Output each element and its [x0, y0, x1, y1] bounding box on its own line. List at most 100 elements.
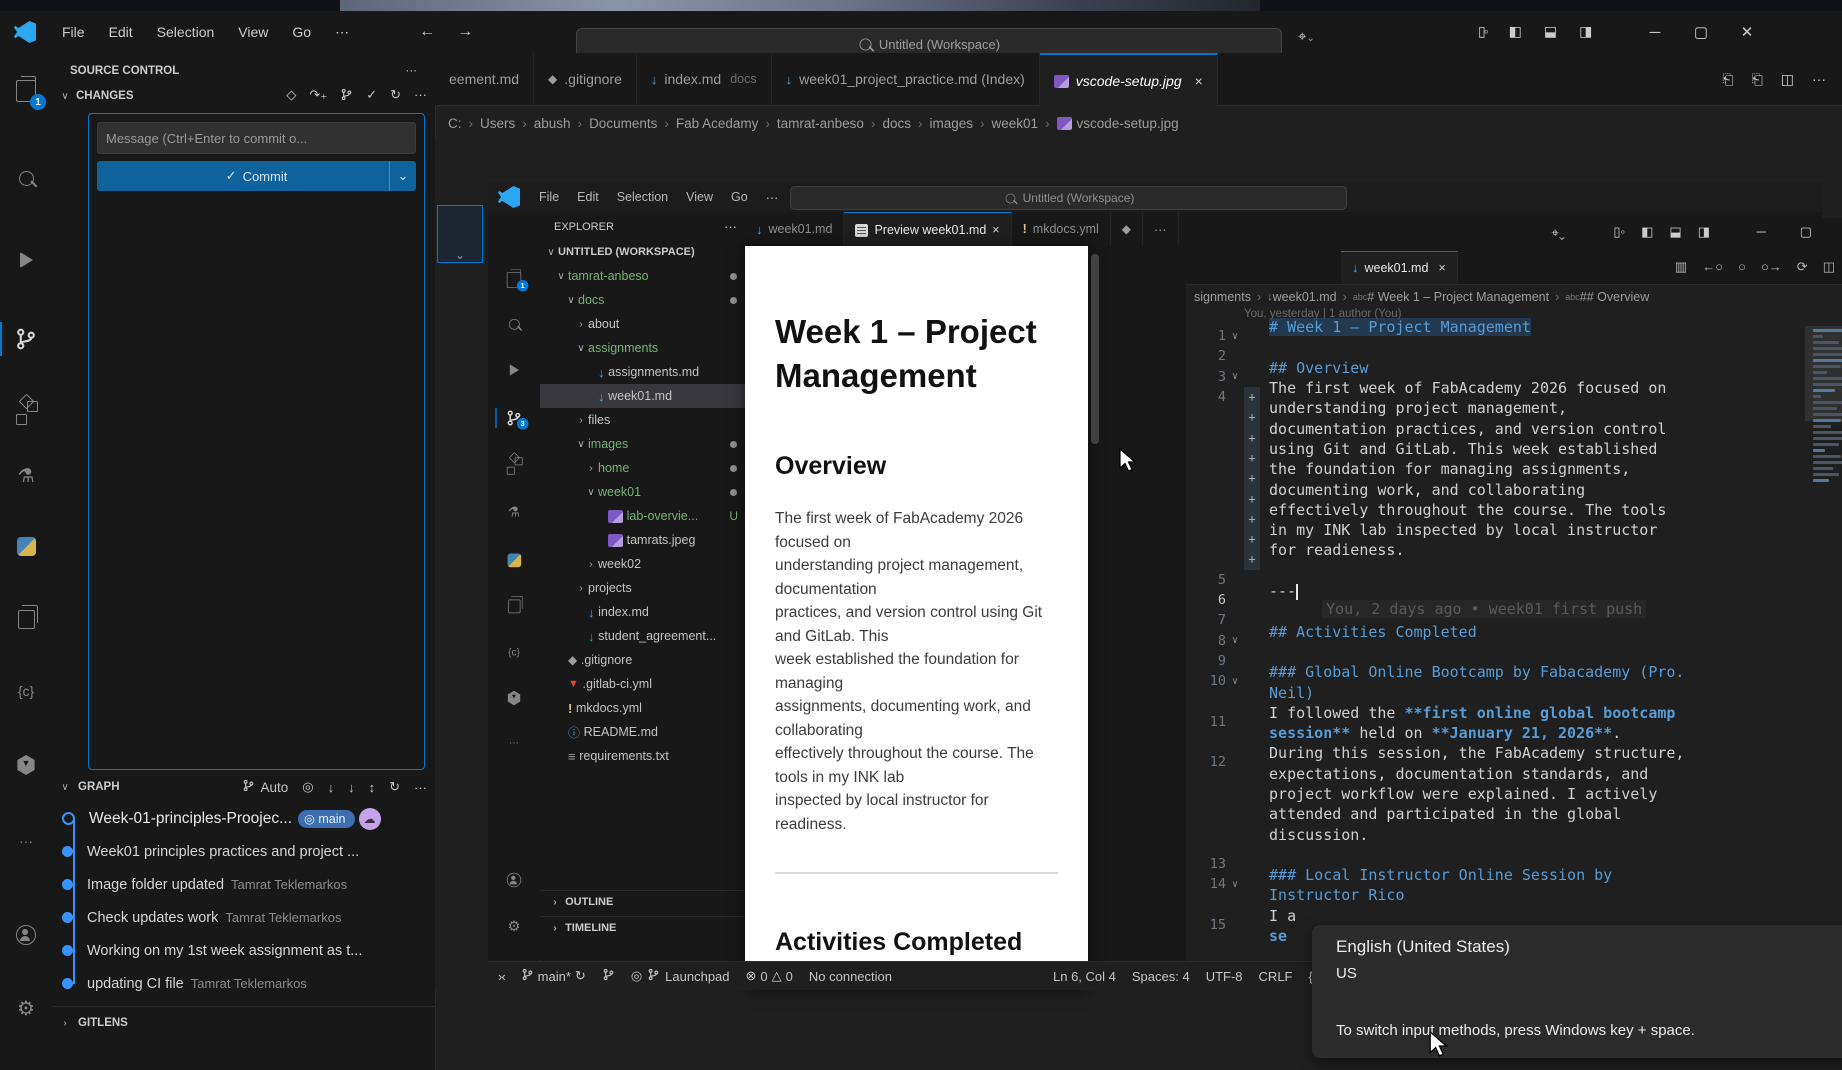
menu-go[interactable]: Go: [280, 24, 323, 40]
tab-index-md[interactable]: ↓index.md docs: [637, 53, 772, 105]
minimize-button[interactable]: ─: [1632, 12, 1678, 52]
maximize-button[interactable]: ▢: [1678, 12, 1724, 52]
code-editor[interactable]: 1 ∨ # Week 1 – Project Management 2 3 ∨ …: [1186, 326, 1806, 955]
breadcrumb[interactable]: C:›Users›abush›Documents›Fab Acedamy›tam…: [448, 106, 1838, 140]
activity-more[interactable]: ···: [0, 818, 52, 864]
changes-section-header[interactable]: ∨ CHANGES ◇ ↷₊ ✓ ↻ ···: [52, 85, 435, 109]
menu-file[interactable]: File: [50, 24, 97, 40]
pane-breadcrumb[interactable]: signments›↓ week01.md›abc # Week 1 – Pro…: [1194, 286, 1842, 308]
graph-more-icon[interactable]: ···: [414, 780, 427, 795]
breadcrumb-item[interactable]: abush: [534, 116, 571, 131]
eol[interactable]: CRLF: [1259, 969, 1293, 984]
breadcrumb-item[interactable]: Documents: [589, 116, 657, 131]
fetch-icon[interactable]: ↓: [328, 780, 335, 795]
graph-compare-icon[interactable]: [340, 87, 353, 105]
commit-check-icon[interactable]: ✓: [366, 87, 377, 105]
activity-gitlens[interactable]: [0, 742, 52, 788]
graph-refresh-icon[interactable]: ↻: [389, 779, 400, 795]
activity-explorer[interactable]: 1: [0, 68, 52, 114]
problems-status[interactable]: ⊗0△0: [746, 968, 793, 984]
activity-search[interactable]: [0, 155, 52, 201]
close-button[interactable]: ✕: [1724, 12, 1770, 52]
branch-badge-main[interactable]: ◎ main: [298, 810, 354, 828]
toggle-panel-icon[interactable]: ⬓: [1544, 23, 1557, 40]
changes-more-icon[interactable]: ···: [414, 87, 427, 105]
customize-layout-icon[interactable]: ▯◦: [1478, 23, 1487, 40]
graph-target-icon[interactable]: ◎: [302, 779, 313, 795]
breadcrumb-item[interactable]: tamrat-anbeso: [777, 116, 864, 131]
gitlens-section-header[interactable]: › GITLENS: [52, 1006, 435, 1039]
pane-breadcrumb-item[interactable]: # Week 1 – Project Management: [1367, 290, 1549, 304]
graph-auto-label[interactable]: Auto: [260, 780, 288, 795]
toggle-secondary-sidebar-icon[interactable]: ◨: [1579, 23, 1592, 40]
remote-icon[interactable]: ›‹: [498, 969, 505, 984]
commit-dropdown-icon[interactable]: ⌄: [389, 161, 416, 191]
breadcrumb-item[interactable]: Fab Acedamy: [676, 116, 759, 131]
activity-extensions[interactable]: [0, 390, 52, 436]
indentation[interactable]: Spaces: 4: [1132, 969, 1190, 984]
menu-selection[interactable]: Selection: [145, 24, 227, 40]
toggle-sidebar-icon[interactable]: ◧: [1509, 23, 1522, 40]
stage-all-icon[interactable]: ◇: [286, 87, 296, 105]
graph-status-icon[interactable]: [602, 967, 615, 985]
menu-view[interactable]: View: [226, 24, 280, 40]
breadcrumb-item[interactable]: vscode-setup.jpg: [1077, 116, 1179, 131]
activity-run-debug[interactable]: [0, 237, 52, 283]
tab--gitignore[interactable]: ◆.gitignore: [534, 53, 637, 105]
menu-edit[interactable]: Edit: [97, 24, 145, 40]
breadcrumb-item[interactable]: docs: [882, 116, 911, 131]
encoding[interactable]: UTF-8: [1206, 969, 1243, 984]
breadcrumb-item[interactable]: week01: [992, 116, 1039, 131]
connection-status[interactable]: No connection: [809, 969, 892, 984]
graph-section-header[interactable]: ∨ GRAPH Auto ◎ ↓ ↓ ↕ ↻ ···: [52, 770, 435, 802]
pull-icon[interactable]: ↓: [348, 780, 355, 795]
commit-row[interactable]: Week-01-principles-Proojec... ◎ main ☁: [52, 802, 435, 835]
commit-row[interactable]: updating CI file Tamrat Teklemarkos: [52, 967, 435, 1000]
nav-back-button[interactable]: ←: [419, 23, 435, 41]
pane-breadcrumb-item[interactable]: signments: [1194, 290, 1251, 304]
commit-row[interactable]: Working on my 1st week assignment as t..…: [52, 934, 435, 967]
tab-close-icon[interactable]: ×: [1195, 73, 1203, 89]
tab-vscode-setup-jpg[interactable]: vscode-setup.jpg ×: [1040, 53, 1218, 107]
split-editor-icon[interactable]: ◫: [1781, 71, 1794, 88]
pane-breadcrumb-item[interactable]: ## Overview: [1580, 290, 1649, 304]
menu-⋯[interactable]: ⋯: [323, 24, 361, 41]
tabs-more-icon[interactable]: ···: [1812, 71, 1826, 87]
activity-remote-library[interactable]: [0, 596, 52, 642]
preview-scrollbar[interactable]: [1091, 254, 1099, 444]
discard-icon[interactable]: ↷₊: [309, 87, 327, 105]
editor-corner-widget[interactable]: ⌄: [437, 205, 483, 263]
commit-row[interactable]: Image folder updated Tamrat Teklemarkos: [52, 868, 435, 901]
pane-tab-close-icon[interactable]: ×: [1438, 261, 1445, 275]
breadcrumb-item[interactable]: Users: [480, 116, 515, 131]
push-pull-icon[interactable]: ↕: [369, 780, 376, 795]
reopen2-icon[interactable]: ⎗: [1752, 71, 1763, 88]
cursor-position[interactable]: Ln 6, Col 4: [1053, 969, 1116, 984]
tab-week01-project-practice-md-Index-[interactable]: ↓week01_project_practice.md (Index): [772, 53, 1040, 105]
refresh-icon[interactable]: ↻: [390, 87, 401, 105]
activity-braces-c[interactable]: {c}: [0, 668, 52, 714]
sidebar-more-icon[interactable]: ···: [406, 65, 418, 77]
commit-row[interactable]: Week01 principles practices and project …: [52, 835, 435, 868]
cloud-badge[interactable]: ☁: [359, 808, 381, 830]
pane-breadcrumb-item[interactable]: week01.md: [1273, 290, 1337, 304]
activity-python[interactable]: [0, 523, 52, 569]
launchpad-status[interactable]: ◎Launchpad: [631, 967, 730, 985]
reopen-icon[interactable]: ⎗: [1722, 71, 1733, 88]
nav-forward-button[interactable]: →: [457, 23, 473, 41]
commit-button[interactable]: ✓Commit ⌄: [97, 161, 416, 191]
activity-source-control[interactable]: [0, 316, 52, 362]
breadcrumb-item[interactable]: images: [929, 116, 973, 131]
pane-tab-week01[interactable]: ↓ week01.md ×: [1341, 251, 1458, 284]
breadcrumb-item[interactable]: C:: [448, 116, 462, 131]
activity-settings[interactable]: ⚙: [0, 985, 52, 1031]
copilot-icon[interactable]: ⌖⌄: [1298, 28, 1315, 45]
activity-testing[interactable]: ⚗: [0, 453, 52, 499]
activity-account[interactable]: [0, 912, 52, 958]
commit-row[interactable]: Check updates work Tamrat Teklemarkos: [52, 901, 435, 934]
tab-eement-md[interactable]: eement.md: [435, 53, 534, 105]
inner-menu-⋯: ⋯: [757, 190, 788, 205]
commit-message-input[interactable]: Message (Ctrl+Enter to commit o...: [97, 122, 416, 154]
layout-controls[interactable]: ▯◦ ◧ ⬓ ◨: [1478, 23, 1592, 40]
branch-status[interactable]: main*↻: [521, 967, 586, 985]
